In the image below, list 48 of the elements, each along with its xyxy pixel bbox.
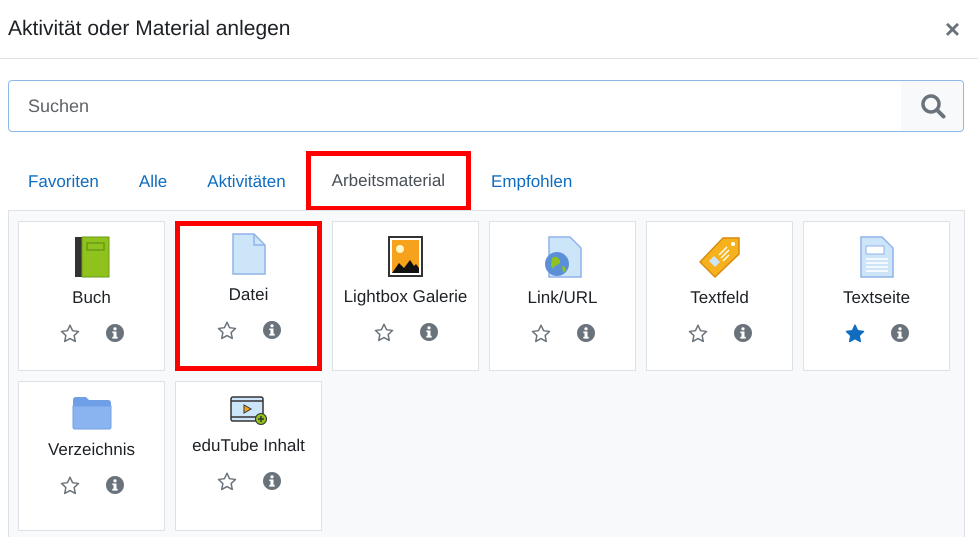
item-name: Verzeichnis [48, 440, 135, 460]
close-button[interactable]: × [940, 14, 964, 44]
star-icon[interactable] [60, 324, 80, 343]
search-icon [920, 93, 946, 119]
star-icon[interactable] [688, 324, 708, 343]
dialog-title: Aktivität oder Material anlegen [8, 17, 290, 41]
info-icon[interactable] [106, 476, 124, 495]
item-card[interactable]: Textfeld [646, 221, 793, 371]
search-button[interactable] [901, 81, 963, 131]
star-icon[interactable] [60, 476, 80, 495]
book-icon [74, 236, 110, 278]
info-icon[interactable] [576, 324, 594, 343]
tab[interactable]: Favoriten [8, 158, 119, 210]
info-icon[interactable] [420, 323, 438, 342]
image-icon [388, 236, 423, 277]
star-icon[interactable] [216, 321, 236, 340]
item-card[interactable]: Lightbox Galerie [332, 221, 479, 371]
item-name: Datei [228, 285, 268, 305]
file-icon [232, 233, 266, 275]
item-name: eduTube Inhalt [192, 436, 305, 456]
info-icon[interactable] [734, 324, 752, 343]
tab[interactable]: Empfohlen [471, 158, 592, 210]
video-add-icon [230, 396, 268, 426]
item-card[interactable]: Link/URL [489, 221, 636, 371]
item-card[interactable]: Verzeichnis [18, 381, 165, 531]
tag-icon [698, 236, 740, 278]
folder-icon [72, 396, 112, 430]
item-name: Textseite [842, 288, 910, 308]
item-card[interactable]: Datei [175, 221, 322, 371]
item-name: Buch [72, 288, 111, 308]
item-name: Link/URL [528, 288, 598, 308]
star-icon[interactable] [374, 323, 394, 342]
tab[interactable]: Alle [118, 158, 188, 210]
item-card[interactable]: Buch [18, 221, 165, 371]
item-card[interactable]: Textseite [803, 221, 950, 371]
star-icon[interactable] [530, 324, 550, 343]
star-icon[interactable] [216, 472, 236, 491]
item-name: Lightbox Galerie [344, 287, 468, 307]
globe-document-icon [544, 236, 582, 278]
info-icon[interactable] [106, 324, 124, 343]
item-card[interactable]: eduTube Inhalt [175, 381, 322, 531]
item-name: Textfeld [690, 288, 749, 308]
info-icon[interactable] [262, 321, 280, 340]
tab[interactable]: Aktivitäten [187, 158, 306, 210]
info-icon[interactable] [262, 472, 280, 491]
star-icon[interactable] [844, 324, 864, 343]
text-page-icon [860, 236, 894, 278]
info-icon[interactable] [890, 324, 908, 343]
